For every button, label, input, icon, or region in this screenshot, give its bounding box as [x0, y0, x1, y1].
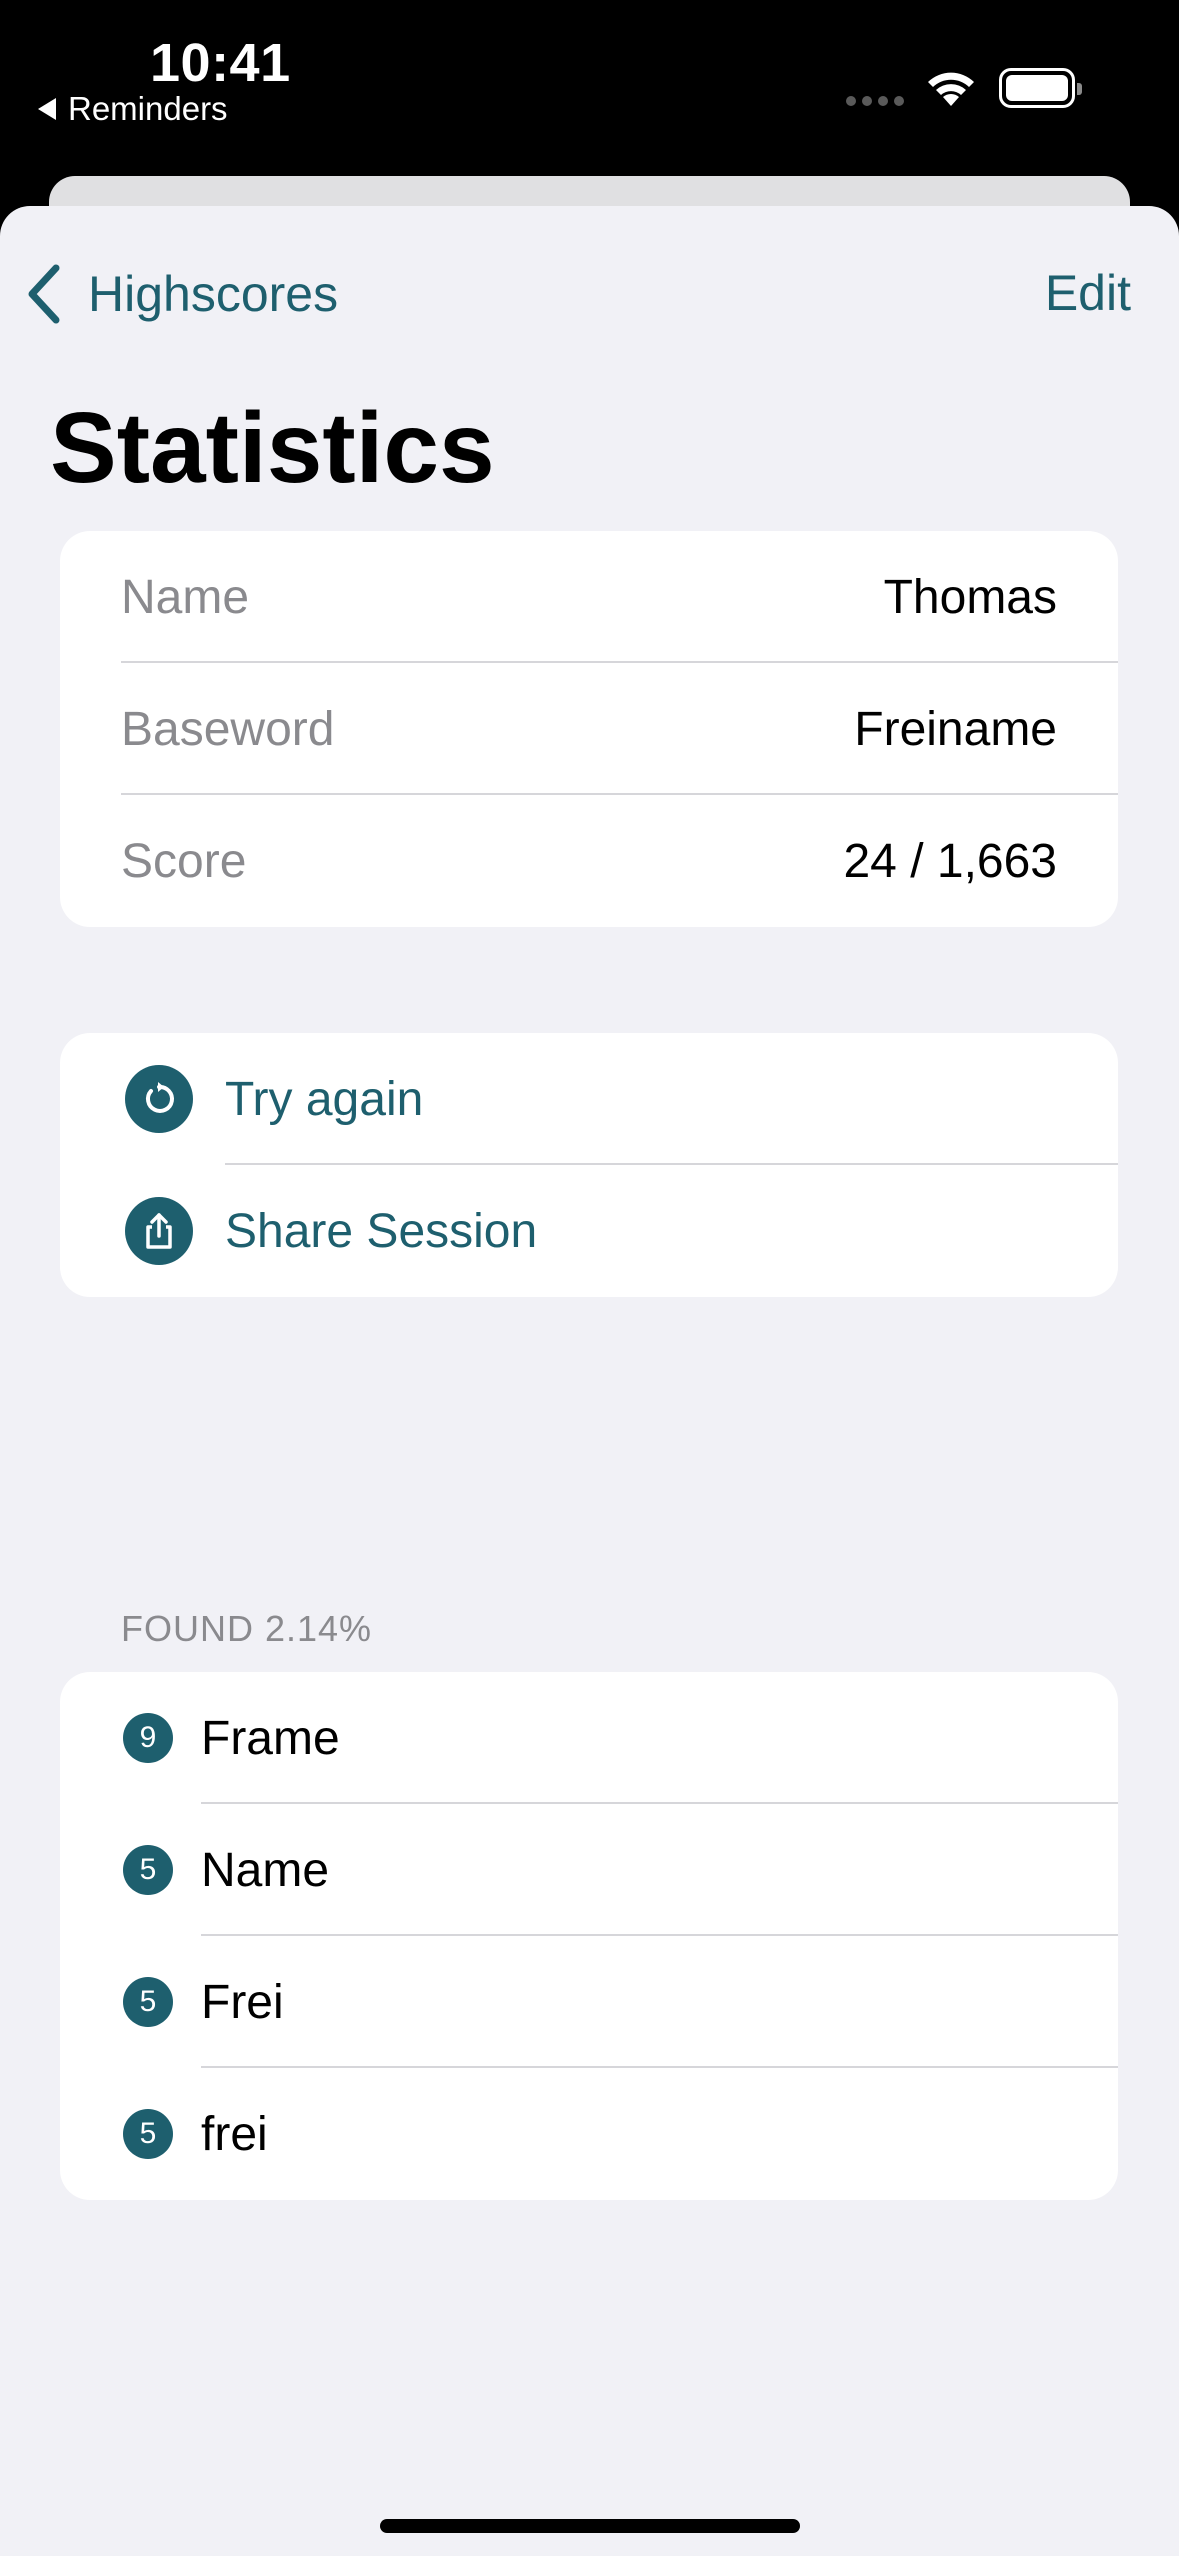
points-badge: 5 [123, 1845, 173, 1895]
info-value: Thomas [883, 570, 1057, 624]
back-to-app-link[interactable]: Reminders [38, 90, 228, 128]
wifi-icon [928, 72, 974, 106]
battery-icon [999, 68, 1082, 108]
points-badge: 5 [123, 2109, 173, 2159]
info-value: 24 / 1,663 [843, 834, 1057, 888]
back-button-label: Highscores [88, 266, 339, 322]
cellular-signal-icon [846, 96, 904, 106]
try-again-button[interactable]: Try again [60, 1033, 1118, 1165]
info-label: Score [121, 834, 247, 888]
share-session-label: Share Session [225, 1204, 538, 1258]
points-badge: 9 [123, 1713, 173, 1763]
info-card: Name Thomas Baseword Freiname Score 24 /… [60, 531, 1118, 927]
retry-icon [125, 1065, 193, 1133]
share-session-button[interactable]: Share Session [60, 1165, 1118, 1297]
statistics-sheet: Highscores Edit Statistics Name Thomas B… [0, 206, 1179, 2556]
found-words-list: 9 Frame 5 Name 5 Frei 5 frei [60, 1672, 1118, 2200]
actions-card: Try again Share Session [60, 1033, 1118, 1297]
word-label: frei [201, 2107, 268, 2161]
found-section-header: FOUND 2.14% [121, 1608, 373, 1649]
list-item[interactable]: 5 Frei [60, 1936, 1118, 2068]
points-badge: 5 [123, 1977, 173, 2027]
info-row-score: Score 24 / 1,663 [60, 795, 1118, 927]
word-label: Name [201, 1843, 330, 1897]
chevron-left-icon [28, 264, 60, 324]
info-label: Name [121, 570, 250, 624]
list-item[interactable]: 5 frei [60, 2068, 1118, 2200]
edit-button[interactable]: Edit [1045, 264, 1131, 322]
status-time: 10:41 [150, 33, 291, 93]
list-item[interactable]: 5 Name [60, 1804, 1118, 1936]
home-indicator[interactable] [380, 2519, 800, 2533]
info-label: Baseword [121, 702, 335, 756]
status-bar: 10:41 Reminders [0, 0, 1179, 176]
back-button[interactable]: Highscores [26, 264, 338, 324]
page-title: Statistics [50, 392, 495, 504]
share-icon [125, 1197, 193, 1265]
list-item[interactable]: 9 Frame [60, 1672, 1118, 1804]
back-app-label: Reminders [68, 90, 228, 127]
info-row-baseword: Baseword Freiname [60, 663, 1118, 795]
try-again-label: Try again [225, 1072, 424, 1126]
info-value: Freiname [854, 702, 1057, 756]
word-label: Frei [201, 1975, 284, 2029]
back-arrow-icon [38, 98, 56, 120]
word-label: Frame [201, 1711, 340, 1765]
info-row-name: Name Thomas [60, 531, 1118, 663]
